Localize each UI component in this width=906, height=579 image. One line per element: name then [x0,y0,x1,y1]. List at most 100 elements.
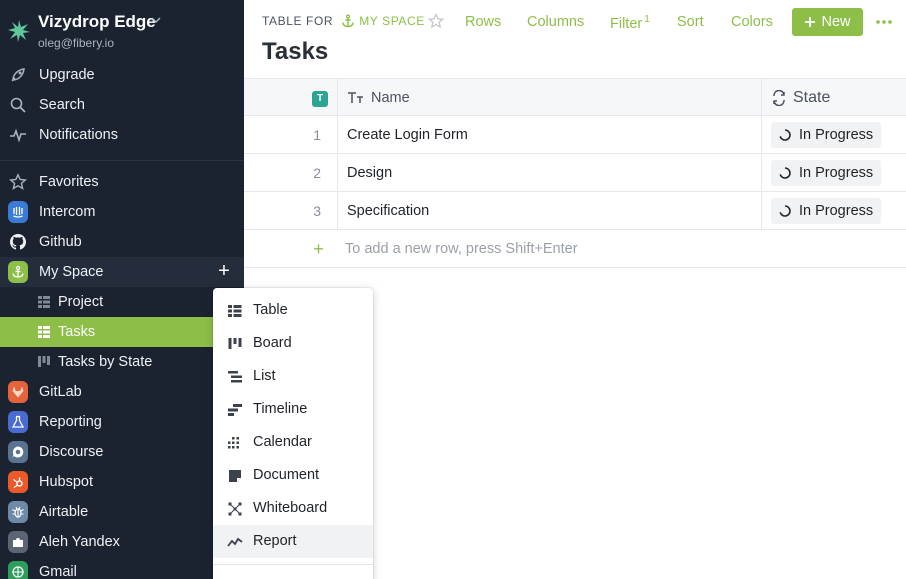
filter-count-badge: 1 [644,14,650,25]
menu-item-board[interactable]: Board [213,327,373,360]
type-badge: T [312,91,328,107]
menu-item-whiteboard[interactable]: Whiteboard [213,492,373,525]
timeline-icon [228,404,242,416]
sidebar-item-label: Airtable [39,504,89,520]
gmail-icon [8,561,28,579]
workspace-switcher[interactable]: Vizydrop Edge oleg@fibery.io [0,0,244,56]
sort-button[interactable]: Sort [677,14,704,30]
list-icon [228,371,242,383]
name-cell[interactable]: Create Login Form [339,116,762,153]
menu-item-label: Report [253,533,297,549]
more-options-icon[interactable] [874,12,894,32]
sidebar-item-airtable[interactable]: Airtable [0,497,244,527]
whiteboard-icon [228,502,242,516]
filter-button[interactable]: Filter 1 [610,14,650,32]
sidebar-item-tasks-by-state[interactable]: Tasks by State [0,347,244,377]
name-cell[interactable]: Specification [339,192,762,229]
column-header-label: Name [371,90,410,106]
menu-item-document[interactable]: Document [213,459,373,492]
sidebar-item-intercom[interactable]: Intercom [0,197,244,227]
row-number: 3 [244,192,338,229]
add-row-button[interactable]: + [244,230,338,267]
new-entity-button[interactable]: New [792,8,863,36]
menu-item-list[interactable]: List [213,360,373,393]
anchor-icon [342,14,355,28]
in-progress-icon [779,128,791,141]
sidebar-divider [0,160,244,161]
flask-icon [8,411,28,433]
sidebar-item-favorites[interactable]: Favorites [0,167,244,197]
workspace-name: Vizydrop Edge [38,12,156,31]
sidebar-item-upgrade[interactable]: Upgrade [0,60,244,90]
sidebar-item-discourse[interactable]: Discourse [0,437,244,467]
add-view-menu: Table Board List Timeline Calendar Docum… [213,288,373,579]
search-icon [8,95,28,115]
fibery-logo-icon [8,20,30,42]
sidebar-item-project[interactable]: Project [0,287,244,317]
add-view-button[interactable]: + [214,261,234,281]
sidebar-item-reporting[interactable]: Reporting [0,407,244,437]
table-icon [34,322,54,342]
add-row-hint: To add a new row, press Shift+Enter [345,241,578,257]
page-title: Tasks [262,38,329,65]
sidebar-item-label: Tasks [58,324,96,340]
in-progress-icon [779,204,791,217]
menu-item-label: Board [253,335,292,351]
row-number-header: T [244,79,338,116]
breadcrumb-space-link[interactable]: MY SPACE [359,14,425,28]
table-header-row: T Name State [244,78,906,116]
sidebar-item-aleh-yandex[interactable]: Aleh Yandex [0,527,244,557]
column-header-state[interactable]: State [763,79,906,116]
menu-item-label: Table [253,302,288,318]
menu-item-table[interactable]: Table [213,294,373,327]
menu-divider [213,564,373,565]
sidebar-item-github[interactable]: Github [0,227,244,257]
column-header-name[interactable]: Name [339,79,762,116]
sidebar-item-hubspot[interactable]: Hubspot [0,467,244,497]
state-cell[interactable]: In Progress [763,116,906,153]
sidebar-item-label: Reporting [39,414,102,430]
sidebar-item-gitlab[interactable]: GitLab [0,377,244,407]
menu-item-label: List [253,368,276,384]
sidebar-item-my-space[interactable]: My Space + [0,257,244,287]
name-cell[interactable]: Design [339,154,762,191]
state-cell[interactable]: In Progress [763,154,906,191]
add-row[interactable]: + To add a new row, press Shift+Enter [244,230,906,268]
hubspot-icon [8,471,28,493]
state-label: In Progress [799,164,874,181]
sidebar-item-label: Gmail [39,564,77,579]
menu-item-label: Calendar [253,434,312,450]
breadcrumb: TABLE FOR MY SPACE [262,14,425,28]
favorite-star-icon[interactable] [428,13,444,29]
table-row[interactable]: 2 Design In Progress [244,154,906,192]
state-chip[interactable]: In Progress [771,159,882,186]
sidebar-item-search[interactable]: Search [0,90,244,120]
sidebar-item-tasks[interactable]: Tasks [0,317,244,347]
rows-button[interactable]: Rows [465,14,501,30]
menu-item-timeline[interactable]: Timeline [213,393,373,426]
menu-item-report[interactable]: Report [213,525,373,558]
state-chip[interactable]: In Progress [771,197,882,224]
sidebar-item-label: Intercom [39,204,96,220]
sidebar-item-label: Hubspot [39,474,94,490]
sidebar-item-gmail[interactable]: Gmail [0,557,244,579]
columns-button[interactable]: Columns [527,14,584,30]
puzzle-icon [8,531,28,553]
column-header-label: State [793,88,831,106]
discourse-icon [8,441,28,463]
in-progress-icon [779,166,791,179]
state-chip[interactable]: In Progress [771,121,882,148]
menu-item-calendar[interactable]: Calendar [213,426,373,459]
new-button-label: New [821,14,851,30]
menu-item-label: Whiteboard [253,500,328,516]
sidebar-item-label: Project [58,294,104,310]
calendar-icon [228,437,239,449]
sidebar-item-label: GitLab [39,384,82,400]
sidebar-item-label: Aleh Yandex [39,534,120,550]
sidebar-item-notifications[interactable]: Notifications [0,120,244,150]
intercom-icon [8,201,28,223]
table-row[interactable]: 1 Create Login Form In Progress [244,116,906,154]
table-row[interactable]: 3 Specification In Progress [244,192,906,230]
colors-button[interactable]: Colors [731,14,773,30]
state-cell[interactable]: In Progress [763,192,906,229]
